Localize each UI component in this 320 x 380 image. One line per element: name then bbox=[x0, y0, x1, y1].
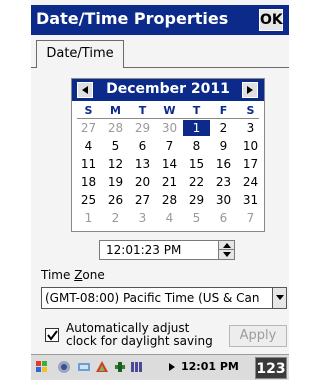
calendar-day[interactable]: 28 bbox=[156, 192, 183, 208]
right-arrow-icon bbox=[247, 86, 253, 94]
tab-date-time[interactable]: Date/Time bbox=[36, 40, 124, 68]
weekday-header: S M T W T F S bbox=[72, 104, 264, 117]
previous-month-button[interactable] bbox=[77, 82, 93, 98]
ok-button[interactable]: OK bbox=[259, 9, 283, 31]
battery-icon[interactable] bbox=[129, 360, 143, 374]
time-picker[interactable]: 12:01:23 PM bbox=[99, 240, 235, 260]
calendar-day[interactable]: 26 bbox=[102, 192, 129, 208]
tray-expand-icon[interactable] bbox=[169, 363, 175, 371]
calendar-day[interactable]: 29 bbox=[129, 120, 156, 136]
calendar-day[interactable]: 10 bbox=[237, 138, 264, 154]
calendar-day[interactable]: 29 bbox=[183, 192, 210, 208]
next-month-button[interactable] bbox=[242, 82, 258, 98]
checkmark-icon bbox=[47, 330, 58, 341]
time-zone-select[interactable]: (GMT-08:00) Pacific Time (US & Can bbox=[41, 287, 287, 309]
calendar-day[interactable]: 1 bbox=[183, 120, 210, 136]
calendar-day[interactable]: 5 bbox=[102, 138, 129, 154]
calendar-day[interactable]: 17 bbox=[237, 156, 264, 172]
calendar-day[interactable]: 23 bbox=[210, 174, 237, 190]
calendar-day[interactable]: 28 bbox=[102, 120, 129, 136]
calendar-day[interactable]: 27 bbox=[75, 120, 102, 136]
weekday-label: T bbox=[192, 104, 201, 117]
calendar-day[interactable]: 14 bbox=[156, 156, 183, 172]
month-label: December 2011 bbox=[106, 81, 230, 97]
up-arrow-icon bbox=[223, 243, 231, 248]
title-bar: Date/Time Properties OK bbox=[31, 5, 289, 35]
weekday-label: S bbox=[246, 104, 255, 117]
weekday-separator bbox=[77, 118, 259, 119]
calendar-day[interactable]: 11 bbox=[75, 156, 102, 172]
sync-icon[interactable] bbox=[95, 360, 109, 374]
taskbar-clock[interactable]: 12:01 PM bbox=[181, 360, 239, 373]
start-windows-flag-icon[interactable] bbox=[35, 360, 49, 374]
calendar-day[interactable]: 24 bbox=[237, 174, 264, 190]
time-zone-label: Time Zone bbox=[41, 268, 105, 282]
calendar-day[interactable]: 1 bbox=[75, 210, 102, 226]
calendar-day[interactable]: 30 bbox=[210, 192, 237, 208]
apply-button[interactable]: Apply bbox=[229, 325, 287, 347]
calendar-day[interactable]: 8 bbox=[183, 138, 210, 154]
calendar-day[interactable]: 6 bbox=[129, 138, 156, 154]
calendar-day[interactable]: 20 bbox=[129, 174, 156, 190]
calendar-day[interactable]: 27 bbox=[129, 192, 156, 208]
calendar-day[interactable]: 31 bbox=[237, 192, 264, 208]
taskbar: 12:01 PM 123 bbox=[31, 354, 289, 380]
weekday-label: T bbox=[138, 104, 147, 117]
connection-icon[interactable] bbox=[77, 360, 91, 374]
calendar-day[interactable]: 16 bbox=[210, 156, 237, 172]
time-zone-dropdown-button[interactable] bbox=[272, 288, 286, 308]
calendar-day[interactable]: 25 bbox=[75, 192, 102, 208]
calendar-day[interactable]: 4 bbox=[156, 210, 183, 226]
weekday-label: W bbox=[163, 104, 176, 117]
calendar-day[interactable]: 7 bbox=[237, 210, 264, 226]
calendar-day[interactable]: 6 bbox=[210, 210, 237, 226]
calendar-day[interactable]: 13 bbox=[129, 156, 156, 172]
calendar-day[interactable]: 4 bbox=[75, 138, 102, 154]
window-title: Date/Time Properties bbox=[36, 9, 229, 28]
calendar-header: December 2011 bbox=[72, 79, 264, 101]
calendar-day[interactable]: 12 bbox=[102, 156, 129, 172]
calendar-day[interactable]: 30 bbox=[156, 120, 183, 136]
time-up-button[interactable] bbox=[219, 241, 234, 250]
weekday-label: M bbox=[110, 104, 121, 117]
calendar-day[interactable]: 18 bbox=[75, 174, 102, 190]
calendar-day[interactable]: 2 bbox=[210, 120, 237, 136]
network-icon[interactable] bbox=[57, 360, 71, 374]
weekday-label: F bbox=[219, 104, 228, 117]
screen: Date/Time Properties OK Date/Time Decemb… bbox=[31, 0, 289, 380]
calendar-day[interactable]: 22 bbox=[183, 174, 210, 190]
calendar-day[interactable]: 3 bbox=[237, 120, 264, 136]
calendar-day[interactable]: 9 bbox=[210, 138, 237, 154]
calendar-day[interactable]: 15 bbox=[183, 156, 210, 172]
dst-checkbox[interactable] bbox=[45, 328, 59, 342]
dst-label: Automatically adjust clock for daylight … bbox=[66, 321, 213, 348]
chevron-down-icon bbox=[276, 295, 284, 300]
time-down-button[interactable] bbox=[219, 250, 234, 259]
input-mode-button[interactable]: 123 bbox=[255, 357, 287, 379]
time-spinner bbox=[218, 241, 234, 259]
calendar-day[interactable]: 5 bbox=[183, 210, 210, 226]
weekday-label: S bbox=[84, 104, 93, 117]
down-arrow-icon bbox=[223, 252, 231, 257]
calendar-day[interactable]: 7 bbox=[156, 138, 183, 154]
calendar-day[interactable]: 19 bbox=[102, 174, 129, 190]
time-zone-value: (GMT-08:00) Pacific Time (US & Can bbox=[45, 291, 260, 305]
left-arrow-icon bbox=[82, 86, 88, 94]
time-value: 12:01:23 PM bbox=[106, 243, 182, 257]
calendar: December 2011 S M T W T F S 27 28 29 30 1 2 3 4… bbox=[71, 78, 265, 232]
calendar-day[interactable]: 2 bbox=[102, 210, 129, 226]
usb-icon[interactable] bbox=[113, 360, 127, 374]
calendar-day[interactable]: 3 bbox=[129, 210, 156, 226]
calendar-day[interactable]: 21 bbox=[156, 174, 183, 190]
